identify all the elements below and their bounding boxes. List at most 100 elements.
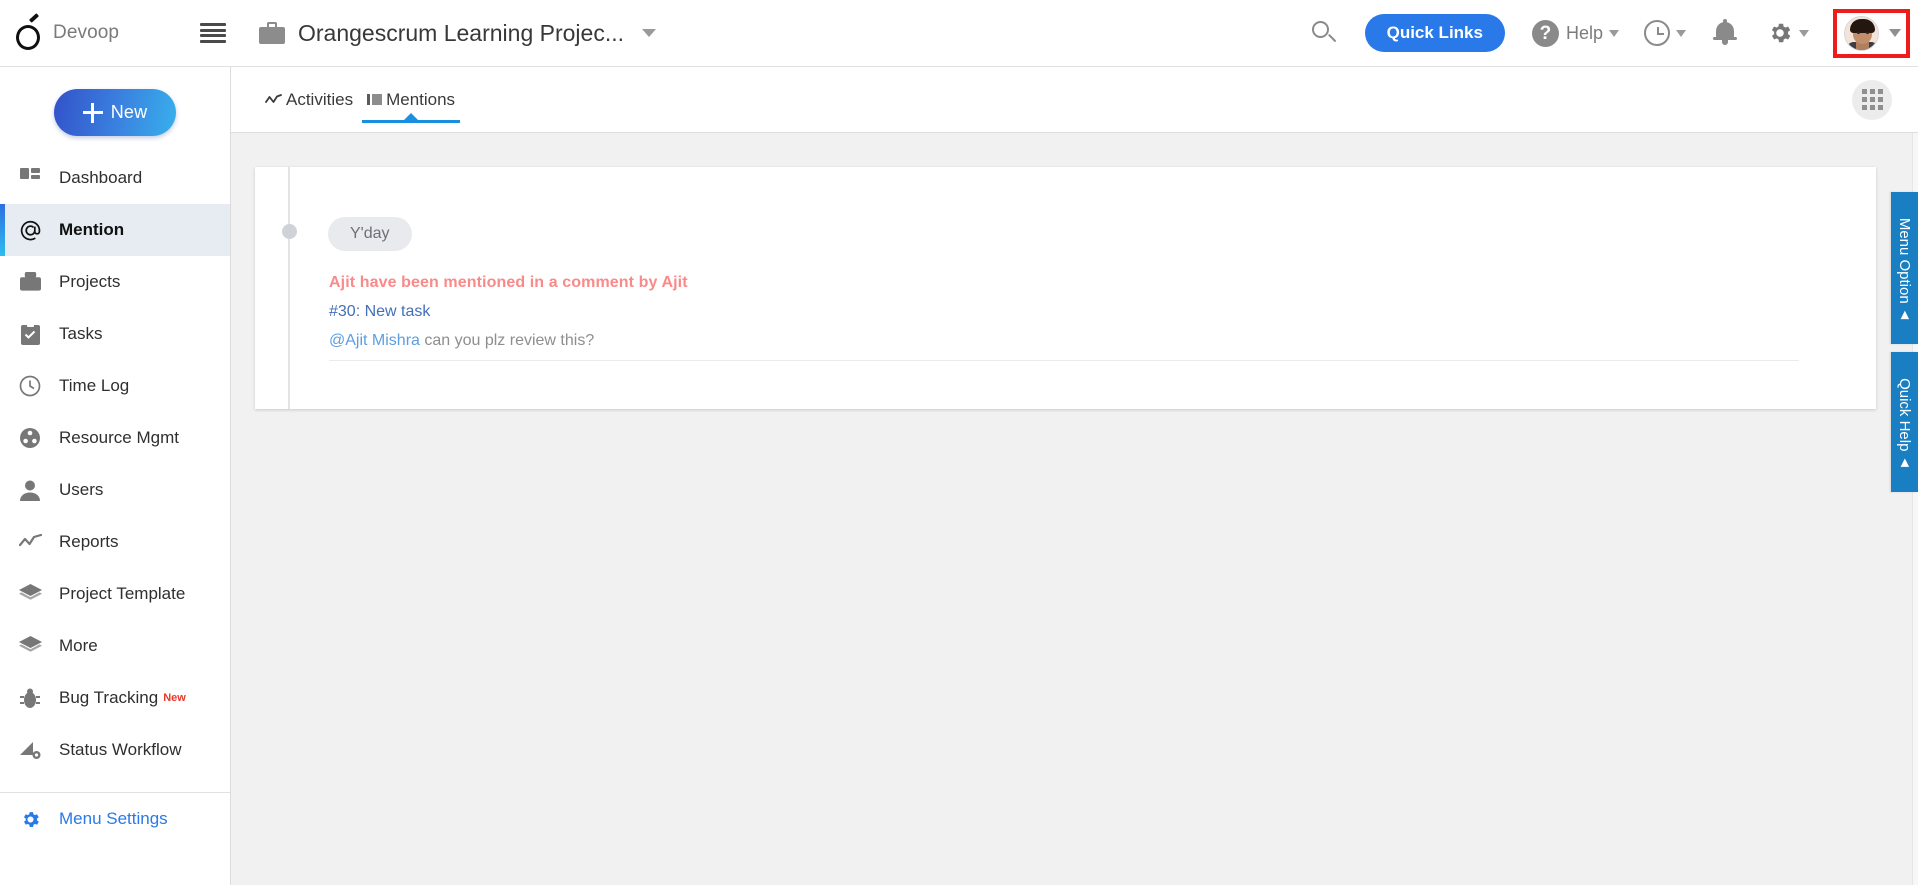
sidebar-item-label: Status Workflow [59,740,182,759]
briefcase-icon [259,22,285,44]
sidebar-item-project-template[interactable]: Project Template [0,568,230,620]
gear-settings-icon [18,807,42,831]
sidebar-item-menu-settings[interactable]: Menu Settings [0,793,230,845]
activity-line-icon [265,93,282,106]
briefcase-icon [18,270,42,294]
menu-option-arrow-icon: ◀ [1899,310,1912,319]
quick-help-tab[interactable]: Quick Help ◀ [1891,352,1918,492]
top-header-bar: Devoop Orangescrum Learning Projec... Qu… [0,0,1918,67]
plus-icon [82,102,103,123]
mention-card: Y'day Ajit have been mentioned in a comm… [255,167,1876,409]
clipboard-check-icon [18,322,42,346]
quick-help-arrow-icon: ◀ [1899,457,1912,467]
new-button-label: New [110,102,148,122]
hamburger-menu-icon[interactable] [200,23,226,43]
sidebar-item-more[interactable]: More [0,620,230,672]
sidebar-item-time-log[interactable]: Time Log [0,360,230,412]
clock-icon [1644,20,1670,46]
sidebar-item-label: Project Template [59,584,186,603]
gear-settings-icon [1767,20,1793,46]
sidebar-item-label: Mention [59,220,125,239]
tab-label: Activities [286,89,354,109]
menu-option-tab[interactable]: Menu Option ◀ [1891,192,1918,344]
bell-notification-icon[interactable] [1713,19,1737,47]
mention-body: Ajit have been mentioned in a comment by… [329,274,688,350]
sidebar-item-mention[interactable]: Mention [0,204,230,256]
bug-icon [18,686,42,710]
left-sidebar: New Dashboard Mention Projects Tasks Tim… [0,67,231,885]
date-pill: Y'day [328,217,412,251]
content-tab-bar: Activities Mentions [231,67,1918,133]
sidebar-item-label: Menu Settings [59,809,168,828]
tab-list: Activities Mentions [231,67,462,133]
user-avatar [1844,15,1879,51]
workflow-icon [18,738,42,762]
search-icon[interactable] [1309,18,1339,48]
menu-option-label: Menu Option [1896,217,1914,304]
task-link[interactable]: #30: New task [329,303,688,321]
sidebar-item-label: Resource Mgmt [59,428,179,447]
at-sign-icon [18,218,42,242]
tab-mentions[interactable]: Mentions [360,67,462,133]
app-root: Devoop Orangescrum Learning Projec... Qu… [0,0,1918,885]
sidebar-item-reports[interactable]: Reports [0,516,230,568]
header-actions: Quick Links ? Help [1309,0,1918,67]
clock-icon [18,374,42,398]
layers-icon [18,634,42,658]
sidebar-item-label: Tasks [59,324,103,343]
sidebar-item-tasks[interactable]: Tasks [0,308,230,360]
timeline-line [288,167,290,409]
sidebar-nav: Dashboard Mention Projects Tasks Time Lo… [0,152,230,845]
new-button[interactable]: New [54,89,176,136]
mention-headline: Ajit have been mentioned in a comment by… [329,274,688,291]
orangescrum-o-logo [14,13,44,50]
help-label: Help [1565,22,1603,43]
sidebar-item-label: Time Log [59,376,130,395]
sidebar-item-label: Reports [59,532,119,551]
question-mark-icon: ? [1531,19,1559,47]
sidebar-item-users[interactable]: Users [0,464,230,516]
timer-menu[interactable] [1644,20,1686,46]
timeline-dot [282,224,297,239]
sidebar-item-resource-mgmt[interactable]: Resource Mgmt [0,412,230,464]
mentioned-user-link[interactable]: @Ajit Mishra [329,332,420,349]
resource-nodes-icon [18,426,42,450]
project-title: Orangescrum Learning Projec... [298,19,624,46]
sidebar-item-label: More [59,636,98,655]
help-menu[interactable]: ? Help [1531,19,1619,47]
active-tab-pointer [404,112,419,120]
mention-comment: @Ajit Mishra can you plz review this? [329,332,688,350]
sidebar-item-bug-tracking[interactable]: Bug Tracking New [0,672,230,724]
caret-down-icon [1676,29,1686,37]
brand-name: Devoop [53,22,120,43]
mention-comment-text: can you plz review this? [419,332,595,349]
person-icon [18,478,42,502]
dashboard-grid-icon [18,166,42,190]
sidebar-item-label: Projects [59,272,121,291]
quick-help-label: Quick Help [1896,377,1914,451]
user-profile-menu[interactable] [1833,8,1910,58]
main-content-area: Y'day Ajit have been mentioned in a comm… [231,133,1918,885]
project-selector[interactable]: Orangescrum Learning Projec... [259,20,656,47]
sidebar-item-projects[interactable]: Projects [0,256,230,308]
bar-blocks-icon [367,93,383,106]
caret-down-icon [1889,29,1901,37]
line-chart-icon [18,530,42,554]
sidebar-item-label: Users [59,480,104,499]
sidebar-item-dashboard[interactable]: Dashboard [0,152,230,204]
settings-menu[interactable] [1767,20,1809,46]
sidebar-item-label: Bug Tracking [59,688,159,707]
chevron-down-icon[interactable] [642,29,656,37]
quick-links-button[interactable]: Quick Links [1364,14,1505,52]
caret-down-icon [1799,29,1809,37]
caret-down-icon [1609,29,1619,37]
sidebar-item-status-workflow[interactable]: Status Workflow [0,724,230,776]
tab-label: Mentions [386,89,456,109]
tab-activities[interactable]: Activities [258,67,360,133]
sidebar-item-label: Dashboard [59,168,143,187]
card-separator [329,360,1799,361]
brand-logo[interactable]: Devoop [0,13,190,50]
apps-grid-icon[interactable] [1852,79,1892,120]
new-badge: New [163,692,186,704]
layers-icon [18,582,42,606]
